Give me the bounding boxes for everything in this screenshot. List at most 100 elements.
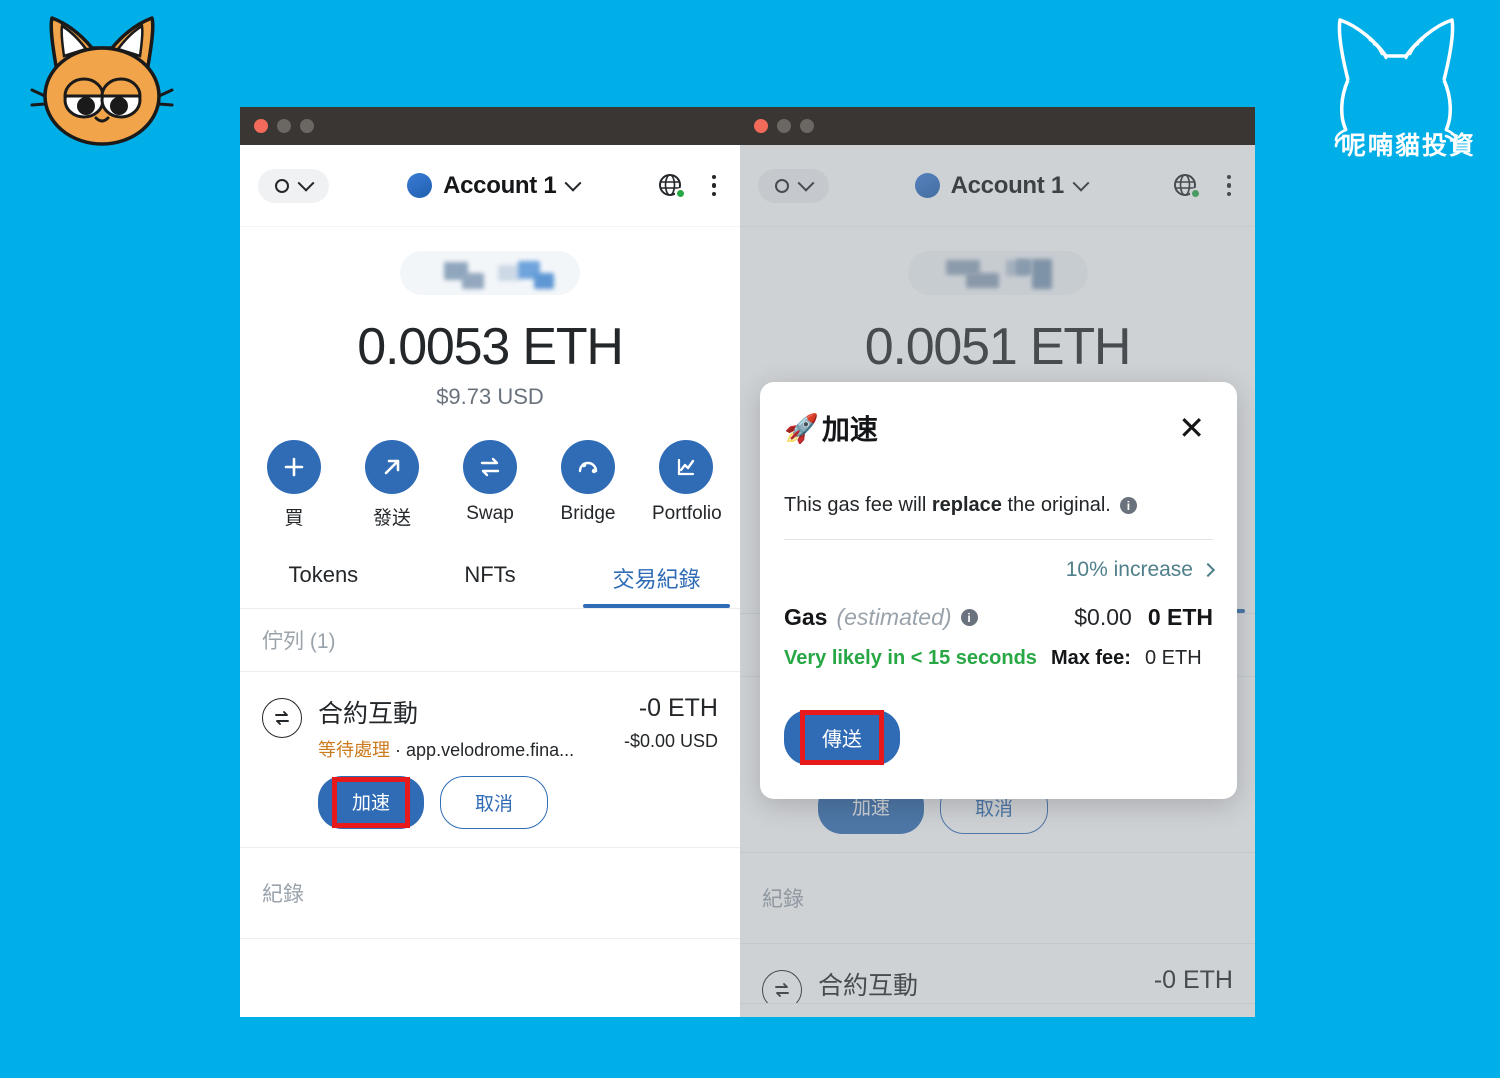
chevron-right-icon bbox=[1200, 562, 1216, 578]
plus-icon bbox=[267, 440, 321, 494]
kebab-menu-icon[interactable] bbox=[706, 171, 723, 201]
history-section-header-right: 紀錄 bbox=[740, 853, 1255, 944]
modal-note: This gas fee will replace the original. … bbox=[784, 494, 1213, 517]
account-name: Account 1 bbox=[443, 171, 557, 199]
queued-section-header-left: 佇列 (1) bbox=[240, 609, 740, 672]
connection-status-dot bbox=[1189, 187, 1201, 199]
history-section-header-left: 紀錄 bbox=[240, 848, 740, 939]
modal-title-row: 🚀 加速 bbox=[784, 408, 878, 448]
swap-arrows-icon bbox=[463, 440, 517, 494]
action-buttons-left: 買 發送 Swap Bridge Portfolio bbox=[240, 440, 740, 530]
gas-label: Gas bbox=[784, 604, 828, 630]
arrow-up-right-icon bbox=[365, 440, 419, 494]
transaction-row-left[interactable]: 合約互動 等待處理 · app.velodrome.fina... -0 ETH… bbox=[240, 672, 740, 848]
wallet-tabs-left: Tokens NFTs 交易紀錄 bbox=[240, 562, 740, 609]
account-selector-left[interactable]: Account 1 bbox=[329, 172, 658, 200]
rocket-icon: 🚀 bbox=[784, 412, 819, 444]
gas-increase-label: 10% increase bbox=[1065, 558, 1193, 581]
info-icon[interactable]: i bbox=[1119, 497, 1137, 514]
kebab-menu-icon[interactable] bbox=[1221, 171, 1238, 201]
max-fee-value: 0 ETH bbox=[1144, 647, 1202, 669]
blurred-address-pill-left[interactable] bbox=[400, 251, 580, 295]
account-selector-right[interactable]: Account 1 bbox=[829, 172, 1173, 200]
minimize-window-button[interactable] bbox=[277, 119, 291, 133]
maximize-window-button[interactable] bbox=[300, 119, 314, 133]
window-titlebar-right bbox=[740, 107, 1255, 145]
action-label: 發送 bbox=[372, 508, 411, 529]
balance-section-left: 0.0053 ETH $9.73 USD bbox=[240, 227, 740, 410]
chevron-down-icon bbox=[564, 174, 582, 192]
gas-increase-link[interactable]: 10% increase bbox=[1065, 558, 1216, 582]
max-fee-label: Max fee: bbox=[1050, 647, 1131, 669]
action-swap-left[interactable]: Swap bbox=[456, 440, 524, 530]
transaction-title-partial-right: 合約互動 bbox=[818, 972, 919, 1000]
contract-interaction-icon bbox=[762, 970, 802, 1003]
transaction-amount-eth-left: -0 ETH bbox=[638, 694, 718, 722]
highlight-box-send bbox=[800, 710, 884, 765]
watermark-label: 呢喃貓投資 bbox=[1340, 132, 1476, 160]
maximize-window-button[interactable] bbox=[800, 119, 814, 133]
account-name: Account 1 bbox=[950, 171, 1065, 199]
action-label: Swap bbox=[466, 503, 514, 524]
action-label: Portfolio bbox=[652, 503, 722, 524]
modal-title: 加速 bbox=[821, 414, 878, 445]
wallet-window-right: Account 1 0.0051 ETH 加速 取消 紀錄 合約互動 -0 ET… bbox=[740, 107, 1255, 1017]
minimize-window-button[interactable] bbox=[777, 119, 791, 133]
contract-interaction-icon bbox=[262, 698, 302, 738]
action-buy-left[interactable]: 買 bbox=[260, 440, 328, 530]
tab-nfts-left[interactable]: NFTs bbox=[407, 562, 574, 608]
app-header-left: Account 1 bbox=[240, 145, 740, 227]
speed-up-button-label: 加速 bbox=[352, 793, 391, 814]
gas-usd-value: $0.00 bbox=[1074, 604, 1132, 630]
action-send-left[interactable]: 發送 bbox=[358, 440, 426, 530]
transaction-amount-usd-left: -$0.00 USD bbox=[623, 731, 718, 751]
balance-usd-left: $9.73 USD bbox=[436, 384, 544, 409]
close-window-button[interactable] bbox=[754, 119, 768, 133]
speed-up-button-left[interactable]: 加速 bbox=[318, 776, 425, 829]
info-icon[interactable]: i bbox=[960, 609, 978, 626]
globe-icon[interactable] bbox=[1173, 173, 1201, 199]
app-header-right: Account 1 bbox=[740, 145, 1255, 227]
chevron-down-icon bbox=[297, 174, 315, 192]
chart-line-icon bbox=[659, 440, 713, 494]
close-x-icon[interactable]: ✕ bbox=[1170, 410, 1213, 446]
avatar bbox=[407, 173, 433, 198]
balance-eth-right: 0.0051 ETH bbox=[864, 318, 1132, 376]
globe-icon[interactable] bbox=[658, 173, 686, 199]
transaction-status-left: 等待處理 bbox=[318, 740, 390, 760]
network-selector-left[interactable] bbox=[258, 168, 329, 203]
action-label: 買 bbox=[284, 508, 304, 529]
note-prefix: This gas fee will bbox=[784, 494, 932, 516]
circle-icon bbox=[275, 178, 289, 193]
avatar bbox=[914, 173, 940, 198]
connection-status-dot bbox=[674, 187, 686, 199]
blurred-address-pill-right[interactable] bbox=[907, 251, 1088, 295]
cat-face-logo bbox=[30, 16, 174, 146]
gas-estimated-label: (estimated) bbox=[836, 604, 952, 630]
transaction-separator: · bbox=[395, 740, 402, 760]
balance-eth-left: 0.0053 ETH bbox=[357, 318, 624, 376]
send-button[interactable]: 傳送 bbox=[784, 710, 900, 765]
close-window-button[interactable] bbox=[254, 119, 268, 133]
action-bridge-left[interactable]: Bridge bbox=[554, 440, 622, 530]
network-selector-right[interactable] bbox=[758, 168, 829, 203]
gas-speed-estimate: Very likely in < 15 seconds bbox=[784, 647, 1037, 669]
divider bbox=[784, 539, 1213, 540]
transaction-title-left: 合約互動 bbox=[318, 700, 419, 728]
wallet-window-left: Account 1 0.0053 ETH $9.73 USD 買 發送 Swap… bbox=[240, 107, 740, 1017]
tab-tokens-left[interactable]: Tokens bbox=[240, 562, 407, 608]
action-label: Bridge bbox=[560, 503, 616, 524]
chevron-down-icon bbox=[1072, 174, 1090, 192]
transaction-amount-partial-right: -0 ETH bbox=[1153, 966, 1233, 994]
transaction-row-partial-right[interactable]: 合約互動 -0 ETH bbox=[740, 944, 1255, 1004]
transaction-origin-left: app.velodrome.fina... bbox=[406, 740, 575, 760]
circle-icon bbox=[775, 178, 789, 193]
tab-activity-left[interactable]: 交易紀錄 bbox=[573, 562, 740, 608]
cancel-button-left[interactable]: 取消 bbox=[440, 776, 549, 829]
window-titlebar-left bbox=[240, 107, 740, 145]
gas-eth-value: 0 ETH bbox=[1147, 604, 1213, 630]
chevron-down-icon bbox=[797, 174, 815, 192]
balance-section-right: 0.0051 ETH bbox=[740, 227, 1255, 377]
speed-up-modal: 🚀 加速 ✕ This gas fee will replace the ori… bbox=[760, 382, 1237, 799]
action-portfolio-left[interactable]: Portfolio bbox=[652, 440, 722, 530]
